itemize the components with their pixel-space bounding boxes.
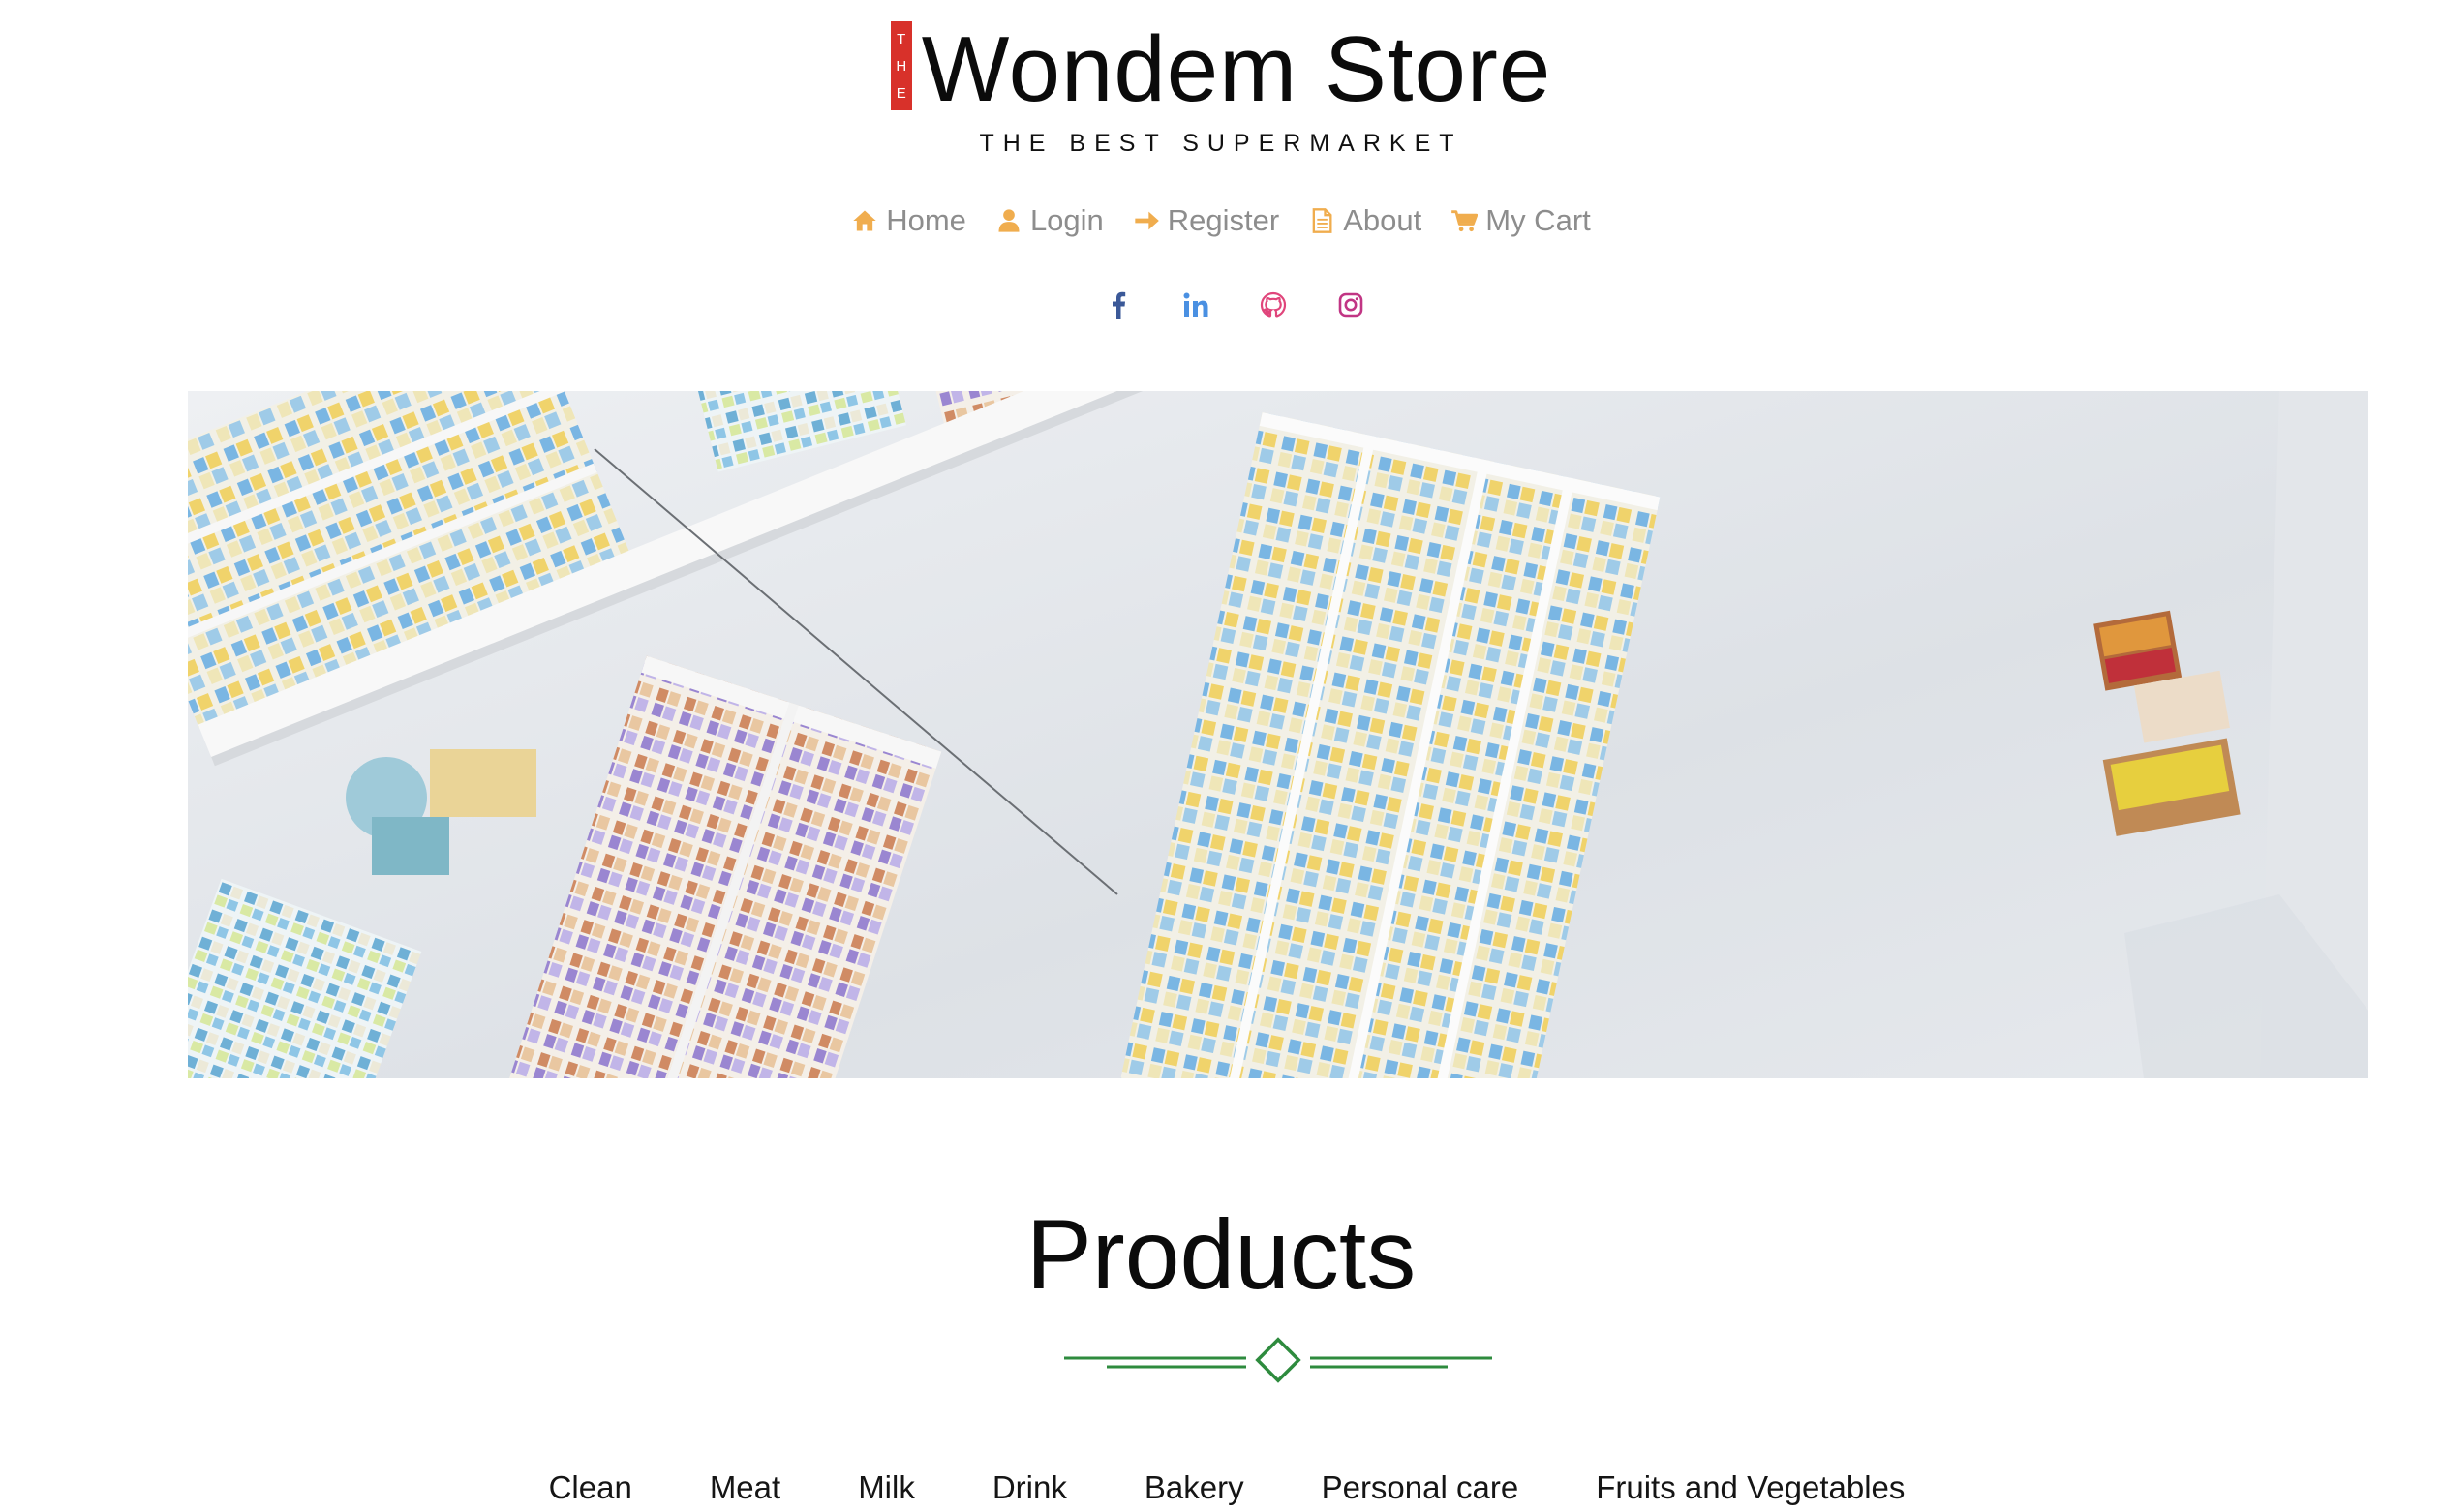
home-icon xyxy=(853,210,876,231)
nav-login-label: Login xyxy=(1029,203,1104,237)
nav-my-cart[interactable]: My Cart xyxy=(1450,203,1591,238)
category-drink[interactable]: Drink xyxy=(992,1471,1067,1503)
cart-icon xyxy=(1451,210,1479,232)
nav-login[interactable]: Login xyxy=(995,203,1104,238)
nav-register[interactable]: Register xyxy=(1133,203,1279,238)
page: T H E Wondem Store THE BEST SUPERMARKET … xyxy=(0,0,2442,1512)
brand-tagline: THE BEST SUPERMARKET xyxy=(979,130,1463,157)
nav-home-label: Home xyxy=(886,203,966,237)
document-icon xyxy=(1312,208,1332,233)
badge-letter: T xyxy=(897,30,906,47)
facebook-icon xyxy=(1113,291,1126,319)
main-nav: Home Login Register About My Cart xyxy=(0,203,2442,238)
nav-home[interactable]: Home xyxy=(851,203,966,238)
instagram-icon xyxy=(1338,292,1363,318)
brand-name: Wondem Store xyxy=(921,17,1552,121)
category-milk[interactable]: Milk xyxy=(858,1471,915,1503)
supermarket-aisles-image xyxy=(188,391,2368,1078)
linkedin-icon xyxy=(1183,292,1208,317)
site-logo[interactable]: T H E Wondem Store THE BEST SUPERMARKET xyxy=(0,21,2442,158)
facebook-link[interactable] xyxy=(1105,290,1132,319)
the-badge: T H E xyxy=(890,21,912,110)
category-bakery[interactable]: Bakery xyxy=(1145,1471,1244,1503)
nav-about-label: About xyxy=(1343,203,1422,237)
badge-letter: H xyxy=(896,57,907,75)
nav-register-label: Register xyxy=(1167,203,1280,237)
section-divider xyxy=(1064,1337,1492,1383)
user-icon xyxy=(998,209,1020,232)
logo-row: T H E Wondem Store xyxy=(890,17,1552,121)
category-list: Clean Meat Milk Drink Bakery Personal ca… xyxy=(0,1471,2442,1503)
nav-my-cart-label: My Cart xyxy=(1485,203,1591,237)
category-fruits-and-vegetables[interactable]: Fruits and Vegetables xyxy=(1596,1471,1905,1503)
nav-about[interactable]: About xyxy=(1308,203,1421,238)
github-icon xyxy=(1260,291,1287,318)
category-clean[interactable]: Clean xyxy=(549,1471,632,1503)
category-meat[interactable]: Meat xyxy=(710,1471,780,1503)
arrow-right-icon xyxy=(1135,211,1159,230)
category-personal-care[interactable]: Personal care xyxy=(1322,1471,1519,1503)
badge-letter: E xyxy=(896,84,906,102)
social-links xyxy=(0,290,2442,319)
linkedin-link[interactable] xyxy=(1182,290,1209,319)
instagram-link[interactable] xyxy=(1337,290,1364,319)
hero-banner xyxy=(188,391,2368,1078)
products-heading: Products xyxy=(1025,1199,1417,1310)
github-link[interactable] xyxy=(1260,290,1287,319)
